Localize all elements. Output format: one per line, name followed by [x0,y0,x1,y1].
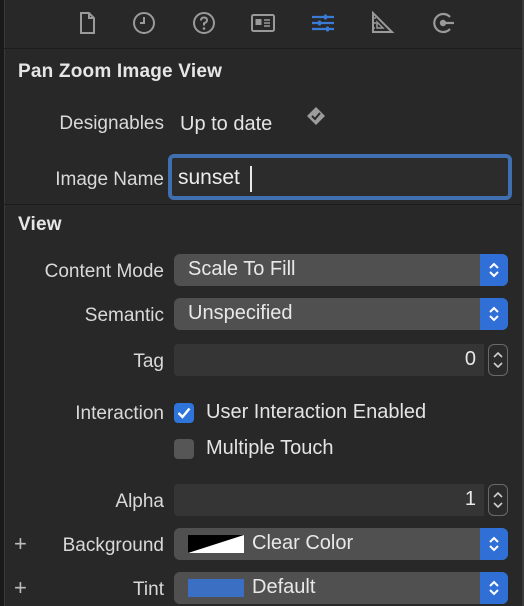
image-name-input[interactable] [178,164,498,192]
inspector-toolbar [4,0,522,48]
designables-label: Designables [59,113,164,134]
semantic-popup[interactable]: Unspecified [174,298,508,330]
interaction-label: Interaction [75,403,164,424]
panel-edge [0,0,5,606]
file-icon[interactable] [74,10,100,36]
image-name-label: Image Name [55,169,164,190]
chevron-updown-icon[interactable] [480,298,508,330]
user-interaction-label: User Interaction Enabled [206,401,427,423]
alpha-field[interactable]: 1 [174,484,484,516]
text-caret [250,166,252,192]
clear-color-swatch [188,535,244,553]
user-interaction-checkbox[interactable] [174,403,194,423]
add-variation-background[interactable]: + [14,531,27,557]
identity-icon[interactable] [250,10,276,36]
tint-value: Default [252,576,316,598]
content-mode-label: Content Mode [44,261,164,282]
alpha-label: Alpha [115,491,164,512]
chevron-updown-icon[interactable] [480,254,508,286]
multiple-touch-checkbox[interactable] [174,439,194,459]
background-label: Background [62,535,164,556]
designables-status: Up to date [180,113,273,135]
image-name-field[interactable] [168,154,512,200]
multiple-touch-label: Multiple Touch [206,437,334,459]
add-variation-tint[interactable]: + [14,575,27,601]
chevron-updown-icon[interactable] [480,572,508,604]
background-value: Clear Color [252,532,354,554]
chevron-updown-icon[interactable] [480,528,508,560]
content-mode-value: Scale To Fill [188,258,296,280]
tag-label: Tag [133,351,164,372]
tag-stepper[interactable] [488,344,508,376]
section-title-view: View [18,214,62,235]
section-divider [4,204,522,205]
tint-label: Tint [133,579,164,600]
help-icon[interactable] [191,10,217,36]
tag-field[interactable]: 0 [174,344,484,376]
alpha-value: 1 [464,488,476,510]
section-title-custom: Pan Zoom Image View [18,61,223,82]
clock-icon[interactable] [131,10,157,36]
tag-value: 0 [464,348,476,370]
tint-popup[interactable]: Default [174,572,508,604]
semantic-value: Unspecified [188,302,293,324]
toolbar-divider [4,48,522,49]
background-popup[interactable]: Clear Color [174,528,508,560]
alpha-stepper[interactable] [488,484,508,516]
status-check-icon [307,107,325,125]
content-mode-popup[interactable]: Scale To Fill [174,254,508,286]
connections-icon[interactable] [430,10,456,36]
ruler-icon[interactable] [369,10,395,36]
semantic-label: Semantic [84,305,164,326]
attributes-icon[interactable] [310,10,336,36]
tint-color-swatch [188,579,244,597]
